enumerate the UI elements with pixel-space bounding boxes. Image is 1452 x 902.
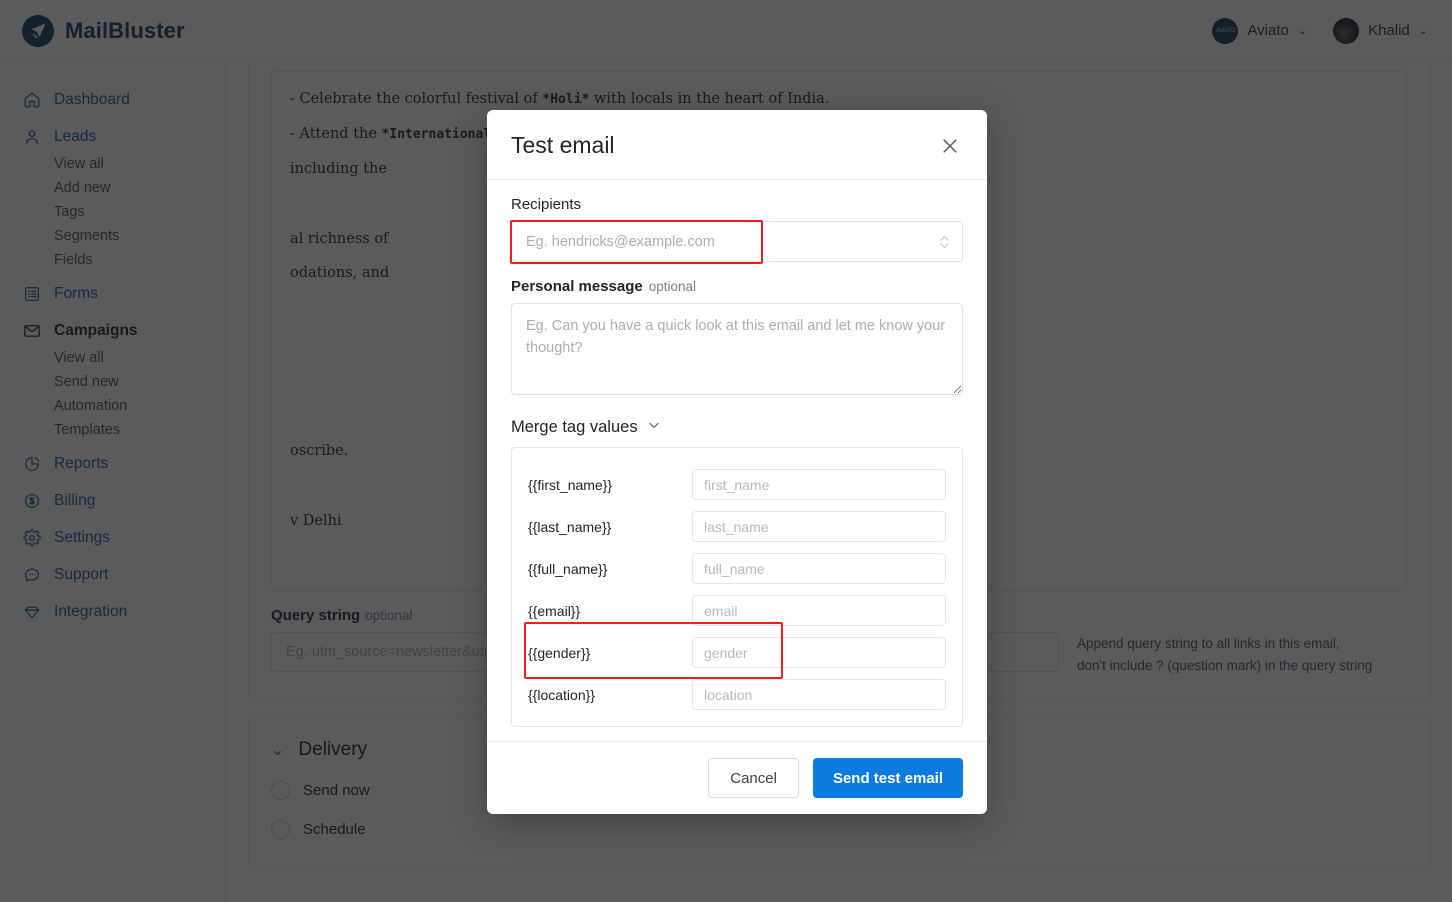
test-email-dialog: Test email Recipients Personal messageop… [487, 110, 987, 814]
merge-tag-name: {{gender}} [528, 645, 678, 661]
merge-tag-input-first-name[interactable] [692, 469, 946, 500]
dialog-header: Test email [487, 110, 987, 180]
merge-tag-input-last-name[interactable] [692, 511, 946, 542]
merge-tag-input-full-name[interactable] [692, 553, 946, 584]
merge-tag-name: {{full_name}} [528, 561, 678, 577]
merge-tag-values-title: Merge tag values [511, 418, 638, 437]
cancel-button[interactable]: Cancel [708, 758, 799, 798]
merge-tag-row: {{email}} [528, 595, 946, 626]
merge-tag-row: {{first_name}} [528, 469, 946, 500]
personal-message-label: Personal messageoptional [511, 278, 963, 295]
merge-tag-input-gender[interactable] [692, 637, 946, 668]
personal-message-textarea[interactable] [511, 303, 963, 395]
dialog-title: Test email [511, 132, 615, 159]
chevron-down-icon [647, 418, 661, 437]
merge-tag-name: {{location}} [528, 687, 678, 703]
merge-tag-row: {{location}} [528, 679, 946, 710]
recipients-input[interactable] [511, 221, 963, 262]
recipients-field [511, 221, 963, 262]
merge-tag-list: {{first_name}} {{last_name}} {{full_name… [511, 447, 963, 727]
merge-tag-input-email[interactable] [692, 595, 946, 626]
recipients-label: Recipients [511, 196, 963, 213]
close-icon[interactable] [937, 133, 963, 159]
merge-tag-name: {{first_name}} [528, 477, 678, 493]
optional-tag: optional [649, 279, 696, 294]
merge-tag-row: {{last_name}} [528, 511, 946, 542]
merge-tag-name: {{last_name}} [528, 519, 678, 535]
send-test-email-button[interactable]: Send test email [813, 758, 963, 798]
merge-tag-input-location[interactable] [692, 679, 946, 710]
merge-tag-row: {{full_name}} [528, 553, 946, 584]
merge-tag-row: {{gender}} [528, 637, 946, 668]
merge-tag-values-toggle[interactable]: Merge tag values [511, 418, 963, 437]
dialog-body: Recipients Personal messageoptional Merg… [487, 180, 987, 741]
merge-tag-name: {{email}} [528, 603, 678, 619]
dialog-footer: Cancel Send test email [487, 741, 987, 814]
